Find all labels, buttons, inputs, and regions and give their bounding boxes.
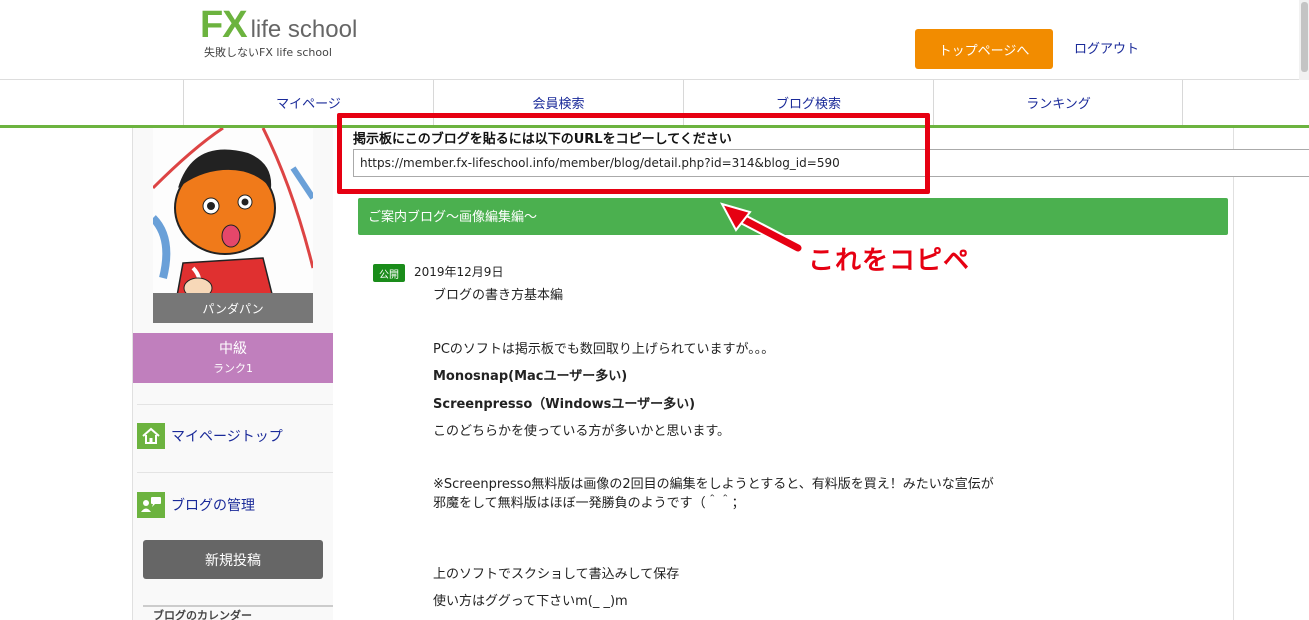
nav-divider	[1182, 80, 1183, 125]
post-line: ブログの書き方基本編	[433, 288, 564, 303]
sidebar-divider	[137, 404, 333, 405]
post-date: 2019年12月9日	[414, 265, 504, 279]
rank-number: ランク1	[213, 362, 253, 375]
post-line: ※Screenpresso無料版は画像の2回目の編集をしようとすると、有料版を買…	[433, 477, 994, 492]
sidebar-item-label: マイページトップ	[171, 429, 283, 445]
post-line: Screenpresso（Windowsユーザー多い)	[433, 397, 696, 412]
logo-fx: FX	[200, 4, 248, 46]
status-badge: 公開	[373, 264, 405, 282]
site-logo[interactable]: FX life school 失敗しないFX life school	[200, 6, 357, 60]
annotation-arrow-icon	[719, 202, 804, 254]
post-line: 邪魔をして無料版はほぼ一発勝負のようです（＾＾；	[433, 496, 745, 511]
rank-level: 中級	[219, 341, 247, 357]
logout-link[interactable]: ログアウト	[1074, 38, 1139, 57]
logo-tagline: 失敗しないFX life school	[204, 46, 332, 59]
calendar-title: ブログのカレンダー	[143, 605, 333, 620]
annotation-text: これをコピペ	[808, 246, 971, 276]
sidebar-item-blog-manage[interactable]: ブログの管理	[137, 490, 327, 520]
new-post-button[interactable]: 新規投稿	[143, 540, 323, 579]
post-line: 使い方はググって下さいm(_ _)m	[433, 594, 628, 609]
post-line: このどちらかを使っている方が多いかと思います。	[433, 424, 731, 439]
nav-ranking[interactable]: ランキング	[933, 80, 1183, 125]
top-page-button[interactable]: トップページへ	[915, 29, 1053, 69]
post-line: 上のソフトでスクショして書込みして保存	[433, 567, 680, 582]
sidebar-item-mypage-top[interactable]: マイページトップ	[137, 421, 327, 451]
content-border	[1233, 128, 1234, 620]
post-line: PCのソフトは掲示板でも数回取り上げられていますが。。。	[433, 342, 775, 357]
home-icon	[137, 423, 165, 449]
user-name: パンダパン	[153, 293, 313, 323]
blog-user-icon	[137, 492, 165, 518]
site-header: FX life school 失敗しないFX life school トップペー…	[0, 0, 1309, 80]
logo-text: life school	[250, 16, 358, 43]
highlight-box	[337, 113, 930, 194]
post-line: Monosnap(Macユーザー多い)	[433, 369, 628, 384]
sidebar-item-label: ブログの管理	[171, 498, 255, 514]
scrollbar-thumb[interactable]	[1301, 2, 1308, 72]
sidebar-divider	[137, 472, 333, 473]
rank-badge: 中級 ランク1	[133, 333, 333, 383]
